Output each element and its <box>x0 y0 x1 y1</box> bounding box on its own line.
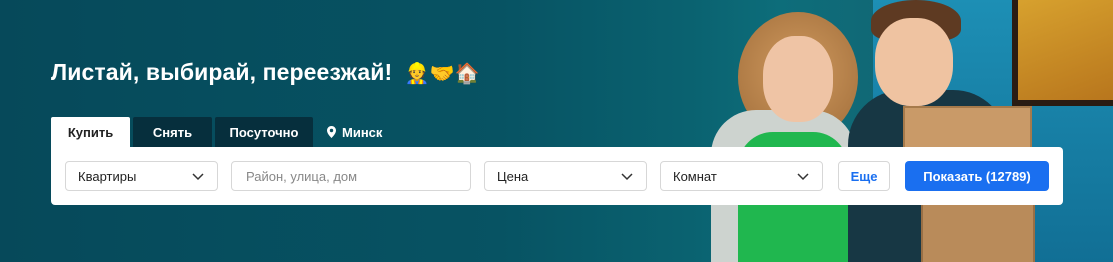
hero-emojis: 👷🤝🏠 <box>404 61 480 85</box>
rooms-select[interactable]: Комнат <box>660 161 823 191</box>
tab-daily-label: Посуточно <box>229 124 299 140</box>
address-search-field[interactable] <box>231 161 471 191</box>
tab-rent-label: Снять <box>152 124 193 140</box>
hero-headline-text: Листай, выбирай, переезжай! <box>51 59 393 85</box>
deal-type-tabs: Купить Снять Посуточно Минск <box>51 117 382 147</box>
tab-buy-label: Купить <box>67 124 114 140</box>
price-label: Цена <box>497 168 529 184</box>
location-selector[interactable]: Минск <box>327 117 382 147</box>
price-select[interactable]: Цена <box>484 161 647 191</box>
chevron-down-icon <box>191 169 205 183</box>
show-results-button[interactable]: Показать (12789) <box>905 161 1049 191</box>
tab-rent[interactable]: Снять <box>133 117 212 147</box>
photo-woman-face <box>763 36 833 122</box>
rooms-label: Комнат <box>673 168 717 184</box>
tab-buy[interactable]: Купить <box>51 117 130 147</box>
more-filters-label: Еще <box>850 168 878 184</box>
search-bar: Квартиры Цена Комнат Еще Показать (12789… <box>51 147 1063 205</box>
tab-daily[interactable]: Посуточно <box>215 117 313 147</box>
show-results-label: Показать (12789) <box>923 168 1031 184</box>
chevron-down-icon <box>796 169 810 183</box>
address-search-input[interactable] <box>244 167 458 185</box>
hero-photo <box>693 0 1113 262</box>
photo-man-face <box>875 18 953 106</box>
hero-headline: Листай, выбирай, переезжай! 👷🤝🏠 <box>51 59 480 86</box>
photo-painting <box>1012 0 1113 106</box>
property-type-value: Квартиры <box>78 168 137 184</box>
chevron-down-icon <box>620 169 634 183</box>
property-type-select[interactable]: Квартиры <box>65 161 218 191</box>
location-label: Минск <box>342 124 383 140</box>
location-pin-icon <box>327 126 336 138</box>
photo-box-bottom <box>921 195 1035 262</box>
more-filters-button[interactable]: Еще <box>838 161 890 191</box>
